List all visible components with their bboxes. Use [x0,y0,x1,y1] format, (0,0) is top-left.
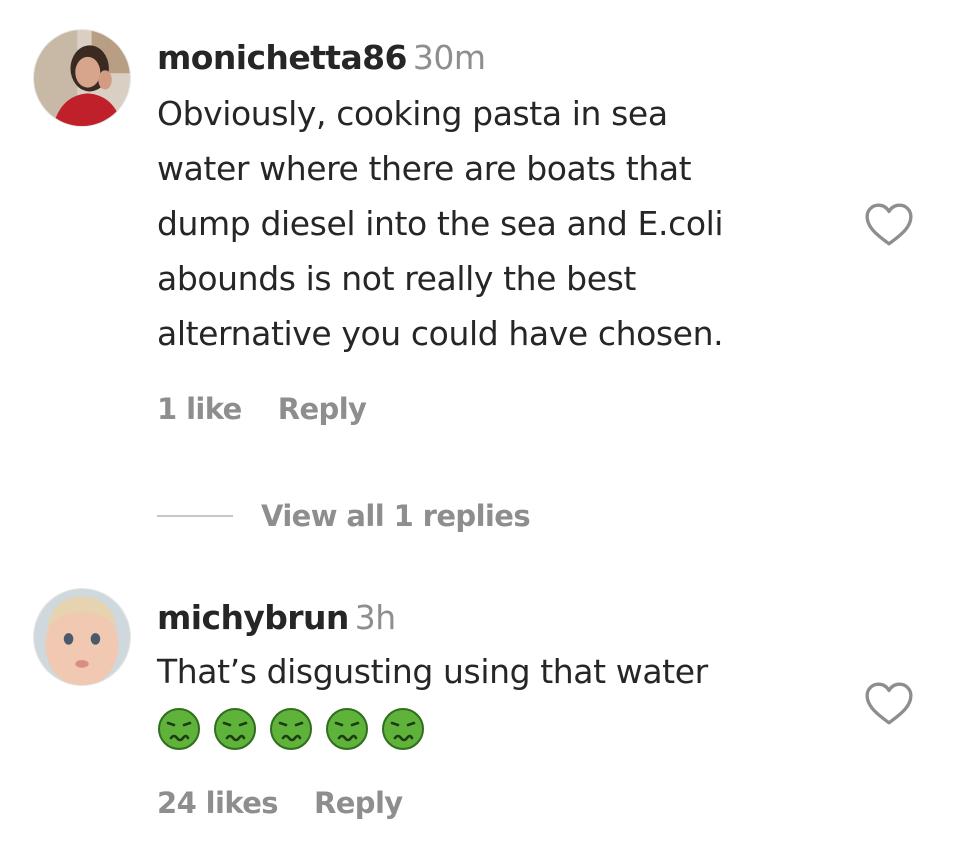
timestamp: 3h [354,598,396,637]
comment-1: monichetta86 30m Obviously, cooking pasta… [0,0,960,470]
comment-text-line: Obviously, cooking pasta in sea [157,94,668,133]
like-count[interactable]: 24 likes [157,786,279,820]
like-heart-icon[interactable] [864,202,914,248]
avatar-michybrun[interactable] [33,588,131,686]
comment-header: michybrun 3h [157,596,708,640]
nauseated-face-icon [325,707,369,751]
comment-text-line: water where there are boats that [157,149,692,188]
comment-text-line: abounds is not really the best [157,259,636,298]
reply-button[interactable]: Reply [278,392,367,426]
like-heart-icon[interactable] [864,681,914,727]
timestamp: 30m [412,38,486,77]
comment-text: Obviously, cooking pasta in sea water wh… [157,86,724,361]
replies-divider [157,515,233,517]
profile-photo-woman-icon [34,30,130,126]
nauseated-face-icon [269,707,313,751]
comment-text-line: That’s disgusting using that water [157,652,708,691]
username[interactable]: monichetta86 [157,38,407,77]
emoji-row [157,707,708,751]
comment-text-line: alternative you could have chosen. [157,314,724,353]
nauseated-face-icon [157,707,201,751]
username[interactable]: michybrun [157,598,349,637]
comment-meta: 24 likes Reply [157,786,403,820]
comment-2: michybrun 3h That’s disgusting using that… [0,570,960,854]
like-count[interactable]: 1 like [157,392,242,426]
comment-meta: 1 like Reply [157,392,367,426]
avatar-monichetta86[interactable] [33,29,131,127]
profile-photo-baby-icon [34,589,130,685]
nauseated-face-icon [213,707,257,751]
view-replies-toggle[interactable]: View all 1 replies [157,496,531,536]
comment-text-line: dump diesel into the sea and E.coli [157,204,724,243]
comment-header: monichetta86 30m [157,36,723,80]
view-replies-label[interactable]: View all 1 replies [261,499,531,533]
reply-button[interactable]: Reply [314,786,403,820]
nauseated-face-icon [381,707,425,751]
comment-text: That’s disgusting using that water [157,644,708,699]
